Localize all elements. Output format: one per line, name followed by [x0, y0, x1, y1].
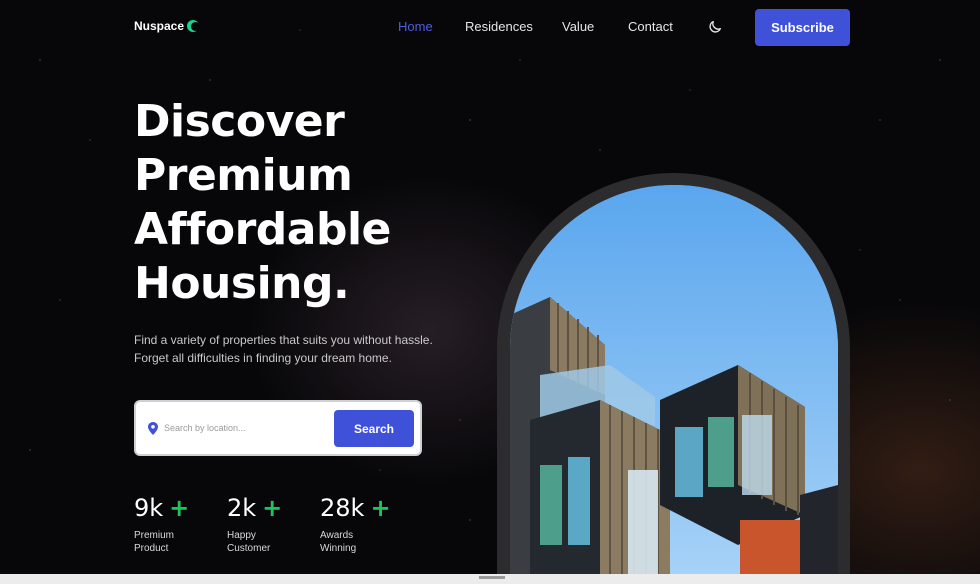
- hero-title-line: Housing.: [134, 258, 350, 309]
- logo-text: Nuspace: [134, 19, 185, 33]
- stat-value: 28k: [320, 494, 365, 522]
- stat-happy-customer: 2k + Happy Customer: [227, 493, 317, 555]
- stat-label: Winning: [320, 543, 357, 554]
- hero-title-line: Premium: [134, 150, 353, 201]
- hero-description: Find a variety of properties that suits …: [134, 331, 464, 367]
- nav-link-home[interactable]: Home: [398, 19, 433, 34]
- stat-awards-winning: 28k + Awards Winning: [320, 493, 410, 555]
- search-button[interactable]: Search: [334, 410, 414, 447]
- bottom-scrollbar[interactable]: [0, 574, 980, 584]
- building-illustration: [510, 185, 838, 584]
- search-input[interactable]: [164, 418, 334, 438]
- nav-link-residences[interactable]: Residences: [465, 19, 533, 34]
- hero-building-image: [510, 185, 838, 584]
- stat-plus: +: [370, 494, 391, 522]
- hero-title-line: Affordable: [134, 204, 391, 255]
- nav-link-contact[interactable]: Contact: [628, 19, 673, 34]
- stat-plus: +: [169, 494, 190, 522]
- stat-value: 9k: [134, 494, 164, 522]
- stat-label: Product: [134, 543, 169, 554]
- moon-icon[interactable]: [707, 19, 723, 35]
- stat-value: 2k: [227, 494, 257, 522]
- stat-label: Customer: [227, 543, 271, 554]
- subscribe-button[interactable]: Subscribe: [755, 9, 850, 46]
- stat-label: Awards: [320, 530, 354, 541]
- hero-title-line: Discover: [134, 96, 345, 147]
- nav-link-value[interactable]: Value: [562, 19, 594, 34]
- stat-premium-product: 9k + Premium Product: [134, 493, 224, 555]
- hero-description-line: Find a variety of properties that suits …: [134, 333, 433, 347]
- stat-label: Happy: [227, 530, 256, 541]
- stat-plus: +: [262, 494, 283, 522]
- scroll-handle[interactable]: [479, 576, 505, 579]
- search-box: Search: [134, 400, 422, 456]
- hero-title: Discover Premium Affordable Housing.: [134, 95, 494, 311]
- hero-description-line: Forget all difficulties in finding your …: [134, 351, 392, 365]
- navbar: Nuspace Home Residences Value Contact Su…: [0, 0, 980, 54]
- crescent-logo-icon: [187, 20, 201, 32]
- stat-label: Premium: [134, 530, 175, 541]
- location-pin-icon: [148, 422, 158, 435]
- logo[interactable]: Nuspace: [134, 19, 201, 33]
